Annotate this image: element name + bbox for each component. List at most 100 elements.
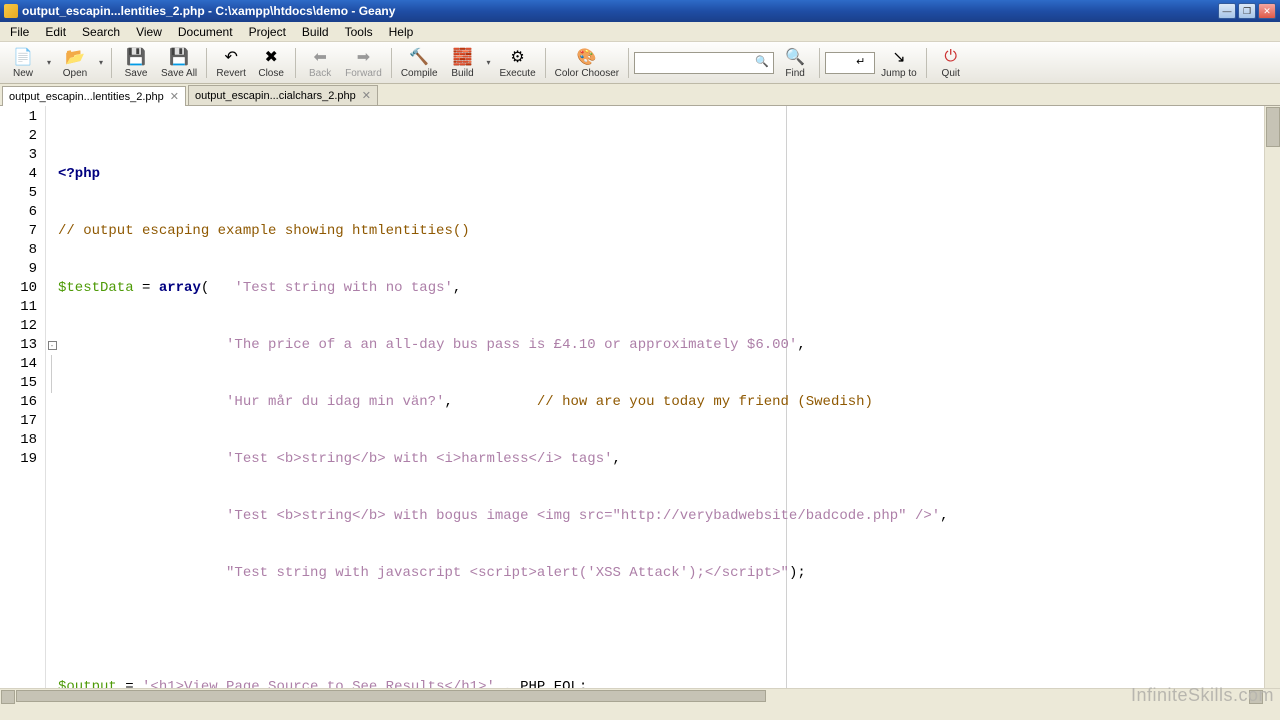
code-line: // output escaping example showing htmle… bbox=[58, 222, 1264, 241]
build-button[interactable]: 🧱 Build bbox=[444, 44, 482, 82]
code-line: 'The price of a an all-day bus pass is £… bbox=[58, 336, 1264, 355]
find-input[interactable] bbox=[634, 52, 774, 74]
back-button[interactable]: ⬅ Back bbox=[301, 44, 339, 82]
new-file-icon: 📄 bbox=[13, 47, 33, 67]
jumpto-button[interactable]: ↘ Jump to bbox=[877, 44, 921, 82]
menu-bar: File Edit Search View Document Project B… bbox=[0, 22, 1280, 42]
tab-label: output_escapin...lentities_2.php bbox=[9, 91, 164, 103]
save-icon: 💾 bbox=[126, 47, 146, 67]
line-number: 7 bbox=[0, 222, 45, 241]
close-window-button[interactable]: ✕ bbox=[1258, 3, 1276, 19]
line-number: 12 bbox=[0, 317, 45, 336]
horizontal-scrollbar[interactable] bbox=[0, 688, 1280, 704]
code-line: 'Hur mår du idag min vän?', // how are y… bbox=[58, 393, 1264, 412]
code-line: $output = '<h1>View Page Source to See R… bbox=[58, 678, 1264, 688]
save-button[interactable]: 💾 Save bbox=[117, 44, 155, 82]
menu-file[interactable]: File bbox=[2, 23, 37, 41]
line-number: 10 bbox=[0, 279, 45, 298]
document-tab[interactable]: output_escapin...cialchars_2.php ✕ bbox=[188, 85, 378, 105]
code-line bbox=[58, 621, 1264, 640]
scroll-left-button[interactable] bbox=[1, 690, 15, 704]
code-area[interactable]: <?php // output escaping example showing… bbox=[58, 106, 1264, 688]
new-dropdown[interactable]: ▾ bbox=[44, 58, 54, 67]
line-number: 14 bbox=[0, 355, 45, 374]
find-input-icon: 🔍 bbox=[755, 55, 771, 71]
scrollbar-thumb[interactable] bbox=[1266, 107, 1280, 147]
save-all-button[interactable]: 💾 Save All bbox=[157, 44, 201, 82]
line-number: 1 bbox=[0, 108, 45, 127]
minimize-button[interactable]: — bbox=[1218, 3, 1236, 19]
jumpto-input-icon: ↵ bbox=[856, 55, 872, 71]
fold-column: - bbox=[46, 106, 58, 688]
forward-button[interactable]: ➡ Forward bbox=[341, 44, 386, 82]
title-bar: output_escapin...lentities_2.php - C:\xa… bbox=[0, 0, 1280, 22]
toolbar-separator bbox=[628, 48, 629, 78]
menu-build[interactable]: Build bbox=[294, 23, 337, 41]
toolbar: 📄 New ▾ 📂 Open ▾ 💾 Save 💾 Save All ↶ Rev… bbox=[0, 42, 1280, 84]
execute-button[interactable]: ⚙ Execute bbox=[496, 44, 540, 82]
app-icon bbox=[4, 4, 18, 18]
line-number: 3 bbox=[0, 146, 45, 165]
code-line: <?php bbox=[58, 165, 1264, 184]
vertical-scrollbar[interactable] bbox=[1264, 106, 1280, 688]
open-button[interactable]: 📂 Open bbox=[56, 44, 94, 82]
code-line: 'Test <b>string</b> with bogus image <im… bbox=[58, 507, 1264, 526]
line-number: 9 bbox=[0, 260, 45, 279]
execute-icon: ⚙ bbox=[508, 47, 528, 67]
open-dropdown[interactable]: ▾ bbox=[96, 58, 106, 67]
compile-button[interactable]: 🔨 Compile bbox=[397, 44, 442, 82]
line-number: 2 bbox=[0, 127, 45, 146]
toolbar-separator bbox=[206, 48, 207, 78]
maximize-button[interactable]: ❐ bbox=[1238, 3, 1256, 19]
watermark: InfiniteSkills.com bbox=[1131, 685, 1274, 706]
new-button[interactable]: 📄 New bbox=[4, 44, 42, 82]
fold-toggle[interactable]: - bbox=[48, 341, 57, 350]
line-number: 16 bbox=[0, 393, 45, 412]
revert-button[interactable]: ↶ Revert bbox=[212, 44, 250, 82]
toolbar-separator bbox=[295, 48, 296, 78]
toolbar-separator bbox=[111, 48, 112, 78]
window-title: output_escapin...lentities_2.php - C:\xa… bbox=[22, 4, 1218, 18]
menu-search[interactable]: Search bbox=[74, 23, 128, 41]
revert-icon: ↶ bbox=[221, 47, 241, 67]
build-dropdown[interactable]: ▾ bbox=[484, 58, 494, 67]
save-all-icon: 💾 bbox=[169, 47, 189, 67]
menu-document[interactable]: Document bbox=[170, 23, 241, 41]
tab-close-icon[interactable]: ✕ bbox=[362, 89, 371, 102]
color-chooser-button[interactable]: 🎨 Color Chooser bbox=[551, 44, 623, 82]
quit-button[interactable]: ⏻ Quit bbox=[932, 44, 970, 82]
menu-edit[interactable]: Edit bbox=[37, 23, 74, 41]
tab-label: output_escapin...cialchars_2.php bbox=[195, 90, 356, 102]
line-number: 19 bbox=[0, 450, 45, 469]
scrollbar-thumb[interactable] bbox=[16, 690, 766, 702]
line-number: 5 bbox=[0, 184, 45, 203]
folder-open-icon: 📂 bbox=[65, 47, 85, 67]
line-number: 4 bbox=[0, 165, 45, 184]
line-number: 6 bbox=[0, 203, 45, 222]
search-icon: 🔍 bbox=[785, 47, 805, 67]
line-number: 18 bbox=[0, 431, 45, 450]
forward-icon: ➡ bbox=[353, 47, 373, 67]
toolbar-separator bbox=[545, 48, 546, 78]
code-line: $testData = array( 'Test string with no … bbox=[58, 279, 1264, 298]
menu-help[interactable]: Help bbox=[381, 23, 422, 41]
build-icon: 🧱 bbox=[453, 47, 473, 67]
line-number: 15 bbox=[0, 374, 45, 393]
toolbar-separator bbox=[819, 48, 820, 78]
editor: 1 2 3 4 5 6 7 8 9 10 11 12 13 14 15 16 1… bbox=[0, 106, 1280, 688]
close-button[interactable]: ✖ Close bbox=[252, 44, 290, 82]
menu-view[interactable]: View bbox=[128, 23, 170, 41]
find-button[interactable]: 🔍 Find bbox=[776, 44, 814, 82]
menu-project[interactable]: Project bbox=[241, 23, 294, 41]
quit-icon: ⏻ bbox=[941, 47, 961, 67]
document-tab[interactable]: output_escapin...lentities_2.php ✕ bbox=[2, 86, 186, 106]
line-number-gutter: 1 2 3 4 5 6 7 8 9 10 11 12 13 14 15 16 1… bbox=[0, 106, 46, 688]
compile-icon: 🔨 bbox=[409, 47, 429, 67]
tab-close-icon[interactable]: ✕ bbox=[170, 90, 179, 103]
menu-tools[interactable]: Tools bbox=[337, 23, 381, 41]
code-line: "Test string with javascript <script>ale… bbox=[58, 564, 1264, 583]
line-number: 17 bbox=[0, 412, 45, 431]
line-number: 11 bbox=[0, 298, 45, 317]
line-number: 13 bbox=[0, 336, 45, 355]
toolbar-separator bbox=[391, 48, 392, 78]
